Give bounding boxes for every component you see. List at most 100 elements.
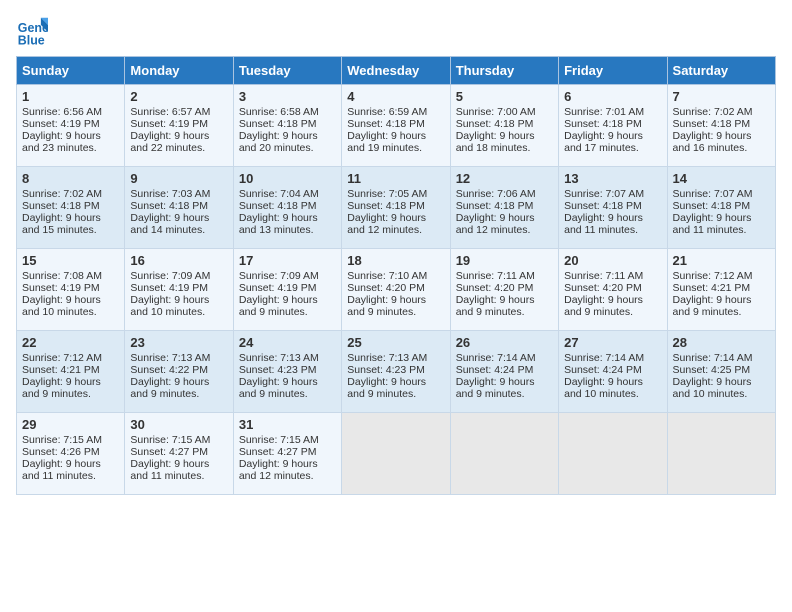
day-number: 21: [673, 253, 770, 268]
daylight-text: Daylight: 9 hours and 22 minutes.: [130, 130, 209, 154]
calendar-week-row: 22 Sunrise: 7:12 AM Sunset: 4:21 PM Dayl…: [17, 331, 776, 413]
day-number: 2: [130, 89, 227, 104]
col-header-friday: Friday: [559, 57, 667, 85]
day-number: 19: [456, 253, 553, 268]
daylight-text: Daylight: 9 hours and 9 minutes.: [239, 294, 318, 318]
daylight-text: Daylight: 9 hours and 11 minutes.: [22, 458, 101, 482]
day-number: 31: [239, 417, 336, 432]
daylight-text: Daylight: 9 hours and 9 minutes.: [673, 294, 752, 318]
calendar-cell: 12 Sunrise: 7:06 AM Sunset: 4:18 PM Dayl…: [450, 167, 558, 249]
daylight-text: Daylight: 9 hours and 13 minutes.: [239, 212, 318, 236]
day-number: 24: [239, 335, 336, 350]
calendar-cell: 11 Sunrise: 7:05 AM Sunset: 4:18 PM Dayl…: [342, 167, 450, 249]
sunset-text: Sunset: 4:18 PM: [239, 118, 317, 130]
calendar-table: SundayMondayTuesdayWednesdayThursdayFrid…: [16, 56, 776, 495]
daylight-text: Daylight: 9 hours and 10 minutes.: [673, 376, 752, 400]
daylight-text: Daylight: 9 hours and 12 minutes.: [347, 212, 426, 236]
calendar-cell: 17 Sunrise: 7:09 AM Sunset: 4:19 PM Dayl…: [233, 249, 341, 331]
day-number: 12: [456, 171, 553, 186]
calendar-header-row: SundayMondayTuesdayWednesdayThursdayFrid…: [17, 57, 776, 85]
sunset-text: Sunset: 4:26 PM: [22, 446, 100, 458]
day-number: 6: [564, 89, 661, 104]
daylight-text: Daylight: 9 hours and 23 minutes.: [22, 130, 101, 154]
day-number: 9: [130, 171, 227, 186]
day-number: 29: [22, 417, 119, 432]
col-header-wednesday: Wednesday: [342, 57, 450, 85]
logo-icon: General Blue: [16, 16, 48, 48]
daylight-text: Daylight: 9 hours and 9 minutes.: [347, 294, 426, 318]
sunrise-text: Sunrise: 7:11 AM: [456, 270, 535, 282]
calendar-cell: 9 Sunrise: 7:03 AM Sunset: 4:18 PM Dayli…: [125, 167, 233, 249]
page-header: General Blue: [16, 16, 776, 48]
sunrise-text: Sunrise: 7:04 AM: [239, 188, 319, 200]
day-number: 11: [347, 171, 444, 186]
calendar-cell: 25 Sunrise: 7:13 AM Sunset: 4:23 PM Dayl…: [342, 331, 450, 413]
day-number: 18: [347, 253, 444, 268]
sunset-text: Sunset: 4:23 PM: [347, 364, 425, 376]
sunset-text: Sunset: 4:27 PM: [239, 446, 317, 458]
sunrise-text: Sunrise: 7:08 AM: [22, 270, 102, 282]
day-number: 23: [130, 335, 227, 350]
sunrise-text: Sunrise: 7:06 AM: [456, 188, 536, 200]
daylight-text: Daylight: 9 hours and 17 minutes.: [564, 130, 643, 154]
sunrise-text: Sunrise: 7:02 AM: [22, 188, 102, 200]
col-header-thursday: Thursday: [450, 57, 558, 85]
day-number: 3: [239, 89, 336, 104]
day-number: 15: [22, 253, 119, 268]
daylight-text: Daylight: 9 hours and 16 minutes.: [673, 130, 752, 154]
day-number: 14: [673, 171, 770, 186]
sunrise-text: Sunrise: 6:59 AM: [347, 106, 427, 118]
sunrise-text: Sunrise: 7:12 AM: [22, 352, 102, 364]
day-number: 1: [22, 89, 119, 104]
day-number: 25: [347, 335, 444, 350]
calendar-cell: 14 Sunrise: 7:07 AM Sunset: 4:18 PM Dayl…: [667, 167, 775, 249]
calendar-cell: 16 Sunrise: 7:09 AM Sunset: 4:19 PM Dayl…: [125, 249, 233, 331]
calendar-cell: 1 Sunrise: 6:56 AM Sunset: 4:19 PM Dayli…: [17, 85, 125, 167]
calendar-week-row: 1 Sunrise: 6:56 AM Sunset: 4:19 PM Dayli…: [17, 85, 776, 167]
sunrise-text: Sunrise: 7:07 AM: [564, 188, 644, 200]
sunset-text: Sunset: 4:18 PM: [456, 118, 534, 130]
calendar-week-row: 8 Sunrise: 7:02 AM Sunset: 4:18 PM Dayli…: [17, 167, 776, 249]
day-number: 10: [239, 171, 336, 186]
sunrise-text: Sunrise: 7:14 AM: [564, 352, 644, 364]
calendar-cell: 26 Sunrise: 7:14 AM Sunset: 4:24 PM Dayl…: [450, 331, 558, 413]
sunrise-text: Sunrise: 7:15 AM: [239, 434, 319, 446]
calendar-cell: 23 Sunrise: 7:13 AM Sunset: 4:22 PM Dayl…: [125, 331, 233, 413]
daylight-text: Daylight: 9 hours and 11 minutes.: [673, 212, 752, 236]
daylight-text: Daylight: 9 hours and 10 minutes.: [22, 294, 101, 318]
sunset-text: Sunset: 4:24 PM: [564, 364, 642, 376]
calendar-cell: 24 Sunrise: 7:13 AM Sunset: 4:23 PM Dayl…: [233, 331, 341, 413]
sunset-text: Sunset: 4:19 PM: [130, 282, 208, 294]
daylight-text: Daylight: 9 hours and 15 minutes.: [22, 212, 101, 236]
day-number: 5: [456, 89, 553, 104]
sunset-text: Sunset: 4:19 PM: [22, 282, 100, 294]
daylight-text: Daylight: 9 hours and 9 minutes.: [22, 376, 101, 400]
calendar-cell: 3 Sunrise: 6:58 AM Sunset: 4:18 PM Dayli…: [233, 85, 341, 167]
calendar-cell: 19 Sunrise: 7:11 AM Sunset: 4:20 PM Dayl…: [450, 249, 558, 331]
sunrise-text: Sunrise: 7:00 AM: [456, 106, 536, 118]
calendar-cell: 27 Sunrise: 7:14 AM Sunset: 4:24 PM Dayl…: [559, 331, 667, 413]
sunrise-text: Sunrise: 7:14 AM: [456, 352, 536, 364]
calendar-cell: [559, 413, 667, 495]
day-number: 17: [239, 253, 336, 268]
daylight-text: Daylight: 9 hours and 9 minutes.: [564, 294, 643, 318]
daylight-text: Daylight: 9 hours and 19 minutes.: [347, 130, 426, 154]
sunrise-text: Sunrise: 7:10 AM: [347, 270, 427, 282]
daylight-text: Daylight: 9 hours and 20 minutes.: [239, 130, 318, 154]
sunset-text: Sunset: 4:18 PM: [456, 200, 534, 212]
col-header-tuesday: Tuesday: [233, 57, 341, 85]
calendar-cell: 13 Sunrise: 7:07 AM Sunset: 4:18 PM Dayl…: [559, 167, 667, 249]
day-number: 20: [564, 253, 661, 268]
sunset-text: Sunset: 4:18 PM: [239, 200, 317, 212]
calendar-cell: 28 Sunrise: 7:14 AM Sunset: 4:25 PM Dayl…: [667, 331, 775, 413]
sunrise-text: Sunrise: 6:58 AM: [239, 106, 319, 118]
sunrise-text: Sunrise: 7:13 AM: [347, 352, 427, 364]
sunset-text: Sunset: 4:24 PM: [456, 364, 534, 376]
sunset-text: Sunset: 4:18 PM: [564, 200, 642, 212]
sunrise-text: Sunrise: 7:11 AM: [564, 270, 643, 282]
day-number: 16: [130, 253, 227, 268]
calendar-cell: 20 Sunrise: 7:11 AM Sunset: 4:20 PM Dayl…: [559, 249, 667, 331]
sunset-text: Sunset: 4:23 PM: [239, 364, 317, 376]
sunset-text: Sunset: 4:18 PM: [130, 200, 208, 212]
calendar-week-row: 15 Sunrise: 7:08 AM Sunset: 4:19 PM Dayl…: [17, 249, 776, 331]
